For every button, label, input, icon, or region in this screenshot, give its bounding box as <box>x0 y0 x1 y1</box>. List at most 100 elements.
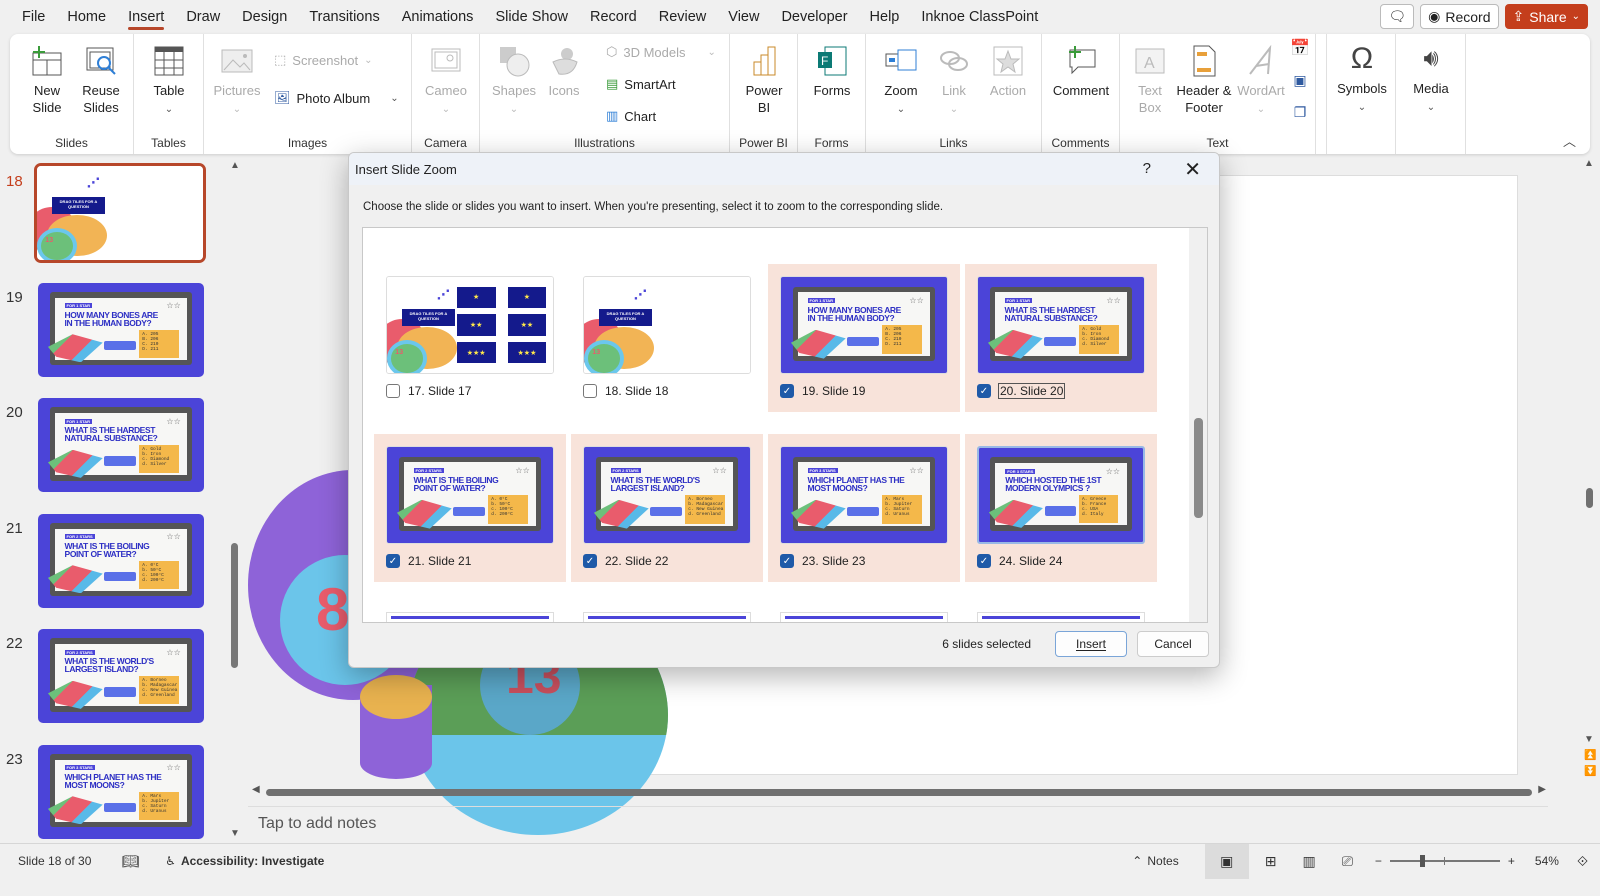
forms-button[interactable]: F Forms <box>808 44 856 99</box>
thumbnail-preview[interactable]: 13 ⋰ DRAG TILES FOR A QUESTION <box>34 163 206 263</box>
canvas-horizontal-scrollbar[interactable]: ◀ ▶ <box>252 784 1546 799</box>
slide-checkbox[interactable]: ✓ <box>977 384 991 398</box>
photo-album-button[interactable]: 🖼 Photo Album ⌄ <box>274 90 399 106</box>
chevron-down-icon[interactable]: ⌄ <box>390 93 398 104</box>
wordart-button[interactable]: WordArt ⌄ <box>1236 44 1286 118</box>
link-button[interactable]: Link ⌄ <box>932 44 976 118</box>
slide-option-17[interactable]: 13 ⋰ DRAG TILES FOR A QUESTION ★ ★ ★★ ★★ ★★★ ★… <box>374 264 566 412</box>
grid-scrollbar[interactable] <box>1189 228 1207 622</box>
screenshot-button[interactable]: ⬚ Screenshot ⌄ <box>274 52 372 68</box>
spell-check-book-icon[interactable]: 📖︎ <box>121 853 139 870</box>
menu-tab-home[interactable]: Home <box>56 0 117 34</box>
icons-button[interactable]: Icons <box>544 44 584 99</box>
text-box-button[interactable]: A Text Box <box>1128 44 1172 116</box>
normal-view-button[interactable]: ▣ <box>1204 843 1249 879</box>
slide-option-23[interactable]: FOR 3 STARS WHICH PLANET HAS THE MOST MO… <box>768 434 960 582</box>
slide-option-label[interactable]: 18. Slide 18 <box>605 384 668 398</box>
menu-tab-inknoe-classpoint[interactable]: Inknoe ClassPoint <box>910 0 1049 34</box>
action-button[interactable]: Action <box>984 44 1032 99</box>
slide-option-label[interactable]: 17. Slide 17 <box>408 384 471 398</box>
scroll-down-arrow-icon[interactable]: ▼ <box>1584 734 1594 745</box>
slide-option-19[interactable]: FOR 1 STAR HOW MANY BONES ARE IN THE HUM… <box>768 264 960 412</box>
slide-preview[interactable]: 13 ⋰ DRAG TILES FOR A QUESTION ★ ★ ★★ ★★ ★★★ ★… <box>386 276 554 374</box>
help-button[interactable]: ? <box>1143 160 1151 177</box>
slide-preview[interactable]: FOR 3 STARS WHICH PLANET HAS THE MOST MO… <box>780 446 948 544</box>
accessibility-status[interactable]: ♿︎ Accessibility: Investigate <box>165 854 324 868</box>
collapse-ribbon-button[interactable]: ︿ <box>1563 131 1576 150</box>
slide-checkbox[interactable]: ✓ <box>386 554 400 568</box>
scroll-right-arrow-icon[interactable]: ▶ <box>1538 784 1546 795</box>
zoom-level[interactable]: 54% <box>1535 854 1559 868</box>
scroll-up-arrow-icon[interactable]: ▲ <box>1584 158 1594 169</box>
slide-thumbnail-19[interactable]: 19 FOR 1 STAR HOW MANY BONES ARE IN THE … <box>0 282 230 383</box>
scroll-up-arrow-icon[interactable]: ▲ <box>230 160 240 171</box>
symbols-button[interactable]: Ω Symbols ⌄ <box>1333 42 1391 116</box>
slide-checkbox[interactable]: ✓ <box>583 554 597 568</box>
reading-view-button[interactable]: ▥ <box>1302 853 1315 870</box>
notes-pane[interactable]: Tap to add notes <box>248 806 1548 840</box>
slide-checkbox[interactable]: ✓ <box>977 554 991 568</box>
shapes-button[interactable]: Shapes ⌄ <box>490 44 538 118</box>
notes-toggle-button[interactable]: ⌃ Notes <box>1132 854 1178 868</box>
object-button[interactable]: ❐ <box>1290 104 1310 121</box>
menu-tab-record[interactable]: Record <box>579 0 648 34</box>
comments-button[interactable]: 🗨 <box>1380 4 1415 29</box>
fit-to-window-button[interactable]: ⟐ <box>1577 853 1588 870</box>
scroll-left-arrow-icon[interactable]: ◀ <box>252 784 260 795</box>
slide-option-label[interactable]: 23. Slide 23 <box>802 554 865 568</box>
thumbnail-scrollbar[interactable]: ▲ ▼ <box>229 158 241 843</box>
zoom-out-button[interactable]: − <box>1375 854 1382 868</box>
menu-tab-file[interactable]: File <box>0 0 56 34</box>
scroll-down-arrow-icon[interactable]: ▼ <box>230 828 240 839</box>
menu-tab-review[interactable]: Review <box>648 0 718 34</box>
menu-tab-view[interactable]: View <box>717 0 770 34</box>
zoom-slider[interactable] <box>1389 855 1500 867</box>
slide-option-22[interactable]: FOR 2 STARS WHAT IS THE WORLD'S LARGEST … <box>571 434 763 582</box>
slide-thumbnail-23[interactable]: 23 FOR 3 STARS WHICH PLANET HAS THE MOST… <box>0 744 230 845</box>
next-slide-icon[interactable]: ⏬ <box>1584 766 1596 777</box>
menu-tab-transitions[interactable]: Transitions <box>298 0 390 34</box>
thumbnail-scroll-thumb[interactable] <box>231 543 238 668</box>
slide-thumbnail-18[interactable]: 18 13 ⋰ DRAG TILES FOR A QUESTION <box>0 163 230 267</box>
slide-thumbnail-21[interactable]: 21 FOR 2 STARS WHAT IS THE BOILING POINT… <box>0 513 230 614</box>
slide-checkbox[interactable] <box>583 384 597 398</box>
slide-option-label[interactable]: 19. Slide 19 <box>802 384 865 398</box>
table-button[interactable]: Table ⌄ <box>144 44 194 118</box>
slide-show-button[interactable]: ⎚ <box>1342 853 1353 870</box>
slide-checkbox[interactable]: ✓ <box>780 554 794 568</box>
slide-checkbox[interactable] <box>386 384 400 398</box>
menu-tab-slide-show[interactable]: Slide Show <box>484 0 579 34</box>
insert-button[interactable]: Insert <box>1055 631 1127 657</box>
canvas-vertical-scrollbar[interactable]: ▲ ▼ ⏫ ⏬ <box>1584 158 1596 798</box>
share-button[interactable]: ⇪ Share ⌄ <box>1504 4 1588 29</box>
thumbnail-preview[interactable]: FOR 2 STARS WHAT IS THE BOILING POINT OF… <box>38 513 204 608</box>
new-slide-button[interactable]: New Slide <box>22 44 72 116</box>
zoom-in-button[interactable]: + <box>1508 854 1515 868</box>
slide-checkbox[interactable]: ✓ <box>780 384 794 398</box>
record-button[interactable]: ◉ Record <box>1420 4 1499 29</box>
media-button[interactable]: 🔊︎ Media ⌄ <box>1402 42 1460 116</box>
slide-option-20[interactable]: FOR 1 STAR WHAT IS THE HARDEST NATURAL S… <box>965 264 1157 412</box>
thumbnail-preview[interactable]: FOR 2 STARS WHAT IS THE WORLD'S LARGEST … <box>38 629 204 723</box>
slide-number-button[interactable]: ▣ <box>1290 72 1310 89</box>
cameo-button[interactable]: Cameo ⌄ <box>422 44 470 118</box>
zoom-button[interactable]: Zoom ⌄ <box>876 44 926 118</box>
close-button[interactable]: ✕ <box>1184 157 1201 182</box>
thumbnail-preview[interactable]: FOR 3 STARS WHICH PLANET HAS THE MOST MO… <box>38 744 204 839</box>
menu-tab-developer[interactable]: Developer <box>770 0 858 34</box>
thumbnail-preview[interactable]: FOR 1 STAR WHAT IS THE HARDEST NATURAL S… <box>38 398 204 492</box>
date-time-button[interactable]: 📅 <box>1290 40 1310 57</box>
slide-thumbnail-22[interactable]: 22 FOR 2 STARS WHAT IS THE WORLD'S LARGE… <box>0 629 230 729</box>
slide-option-21[interactable]: FOR 2 STARS WHAT IS THE BOILING POINT OF… <box>374 434 566 582</box>
slide-preview[interactable]: FOR 2 STARS WHAT IS THE BOILING POINT OF… <box>386 446 554 544</box>
slide-preview[interactable]: FOR 3 STARS WHICH HOSTED THE 1ST MODERN … <box>977 446 1145 544</box>
cancel-button[interactable]: Cancel <box>1137 631 1209 657</box>
slide-option-18[interactable]: 13 ⋰ DRAG TILES FOR A QUESTION 18. Slide… <box>571 264 763 412</box>
3d-models-button[interactable]: ⬡ 3D Models ⌄ <box>606 44 716 60</box>
header-footer-button[interactable]: Header & Footer <box>1176 44 1232 116</box>
slide-option-label[interactable]: 22. Slide 22 <box>605 554 668 568</box>
thumbnail-preview[interactable]: FOR 1 STAR HOW MANY BONES ARE IN THE HUM… <box>38 282 204 377</box>
slide-option-label[interactable]: 21. Slide 21 <box>408 554 471 568</box>
menu-tab-insert[interactable]: Insert <box>117 0 175 34</box>
menu-tab-design[interactable]: Design <box>231 0 298 34</box>
